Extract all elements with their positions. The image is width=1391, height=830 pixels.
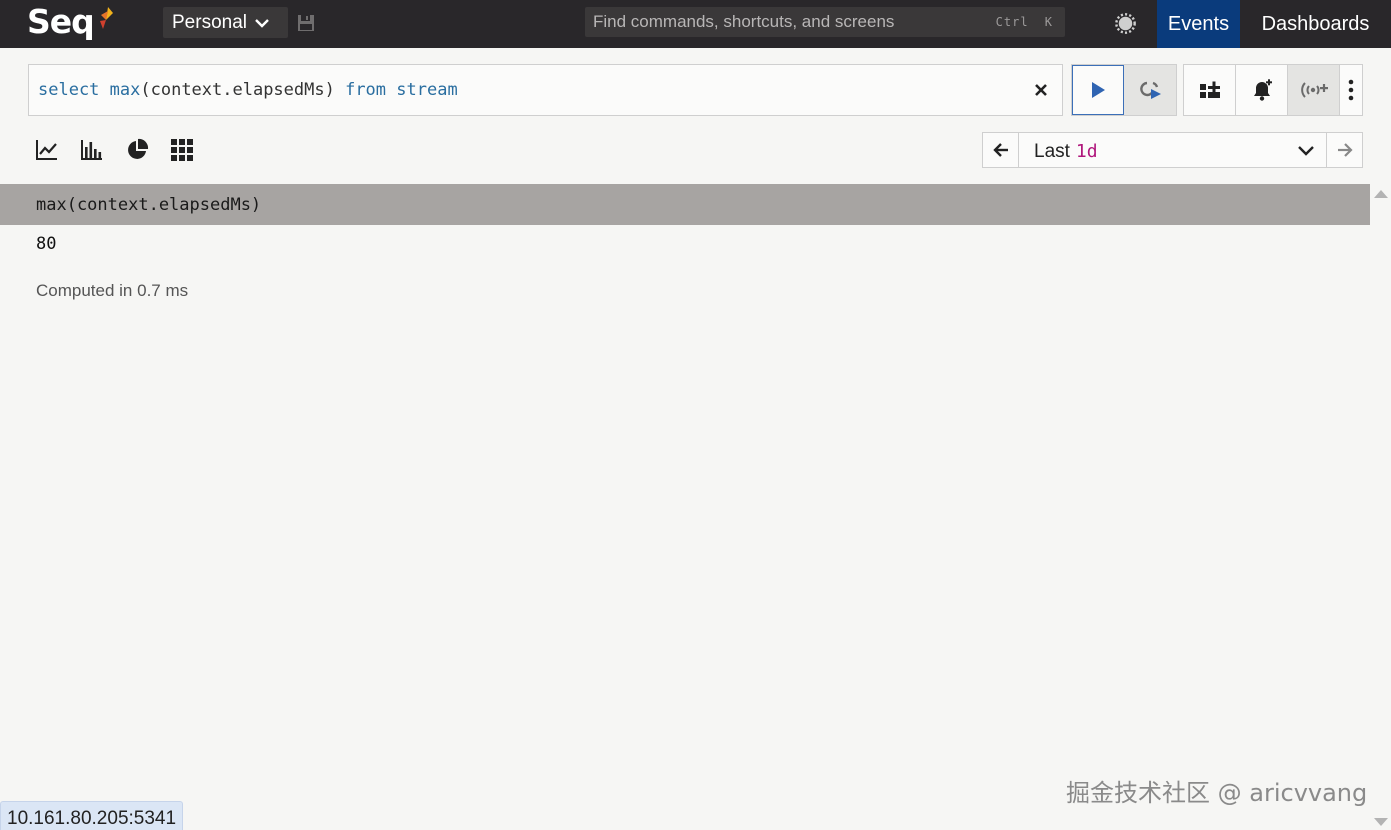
time-range-label: Last 1d: [1034, 141, 1098, 163]
result-cell: 80: [36, 234, 57, 254]
query-token-from: from: [345, 80, 397, 100]
time-forward-button[interactable]: [1326, 132, 1363, 168]
pie-chart-icon[interactable]: [125, 138, 149, 162]
run-controls: [1071, 64, 1177, 116]
computed-time: Computed in 0.7 ms: [36, 281, 189, 300]
bar-chart-icon[interactable]: [80, 138, 104, 162]
run-icon: [1092, 82, 1105, 98]
arrow-left-icon: [992, 143, 1008, 157]
add-alert-icon: [1253, 79, 1272, 101]
add-to-dashboard-icon: [1199, 81, 1220, 98]
command-shortcut: Ctrl K: [995, 15, 1053, 29]
scroll-up-arrow[interactable]: [1374, 190, 1388, 198]
nav-dashboards[interactable]: Dashboards: [1240, 0, 1391, 48]
workspace-label: Personal: [172, 11, 247, 33]
status-url: 10.161.80.205:5341: [0, 801, 183, 830]
line-chart-icon[interactable]: [35, 138, 59, 162]
result-table-header: max(context.elapsedMs): [0, 184, 1370, 225]
time-range-prefix: Last: [1034, 141, 1070, 162]
more-options-button[interactable]: [1340, 65, 1362, 115]
add-signal-button[interactable]: [1288, 65, 1340, 115]
query-editor[interactable]: select max(context.elapsedMs) from strea…: [28, 64, 1063, 116]
add-signal-icon: [1300, 82, 1328, 98]
arrow-right-icon: [1337, 143, 1353, 157]
query-token-select: select: [38, 80, 110, 100]
query-token-source: stream: [396, 80, 458, 100]
action-buttons: [1183, 64, 1363, 116]
add-alert-button[interactable]: [1236, 65, 1288, 115]
seq-logo[interactable]: Seq: [27, 2, 113, 42]
time-back-button[interactable]: [982, 132, 1019, 168]
time-range-value: 1d: [1075, 141, 1098, 162]
grid-icon[interactable]: [170, 138, 194, 162]
query-token-argument: (context.elapsedMs): [140, 80, 346, 100]
time-range-select[interactable]: Last 1d: [1018, 132, 1327, 168]
top-bar: Seq Personal Ctrl K Events Dashboards: [0, 0, 1391, 48]
seq-logo-icon: [99, 7, 113, 29]
add-to-dashboard-button[interactable]: [1184, 65, 1236, 115]
command-search-input[interactable]: [593, 7, 983, 37]
run-button[interactable]: [1072, 65, 1124, 115]
refresh-icon: [1140, 81, 1161, 99]
query-token-function: max: [109, 80, 141, 100]
save-icon[interactable]: [297, 14, 315, 32]
query-text[interactable]: select max(context.elapsedMs) from strea…: [38, 80, 458, 100]
logo-text: Seq: [27, 2, 95, 41]
nav-events[interactable]: Events: [1157, 0, 1240, 48]
workspace-selector[interactable]: Personal: [163, 7, 288, 38]
refresh-button[interactable]: [1124, 65, 1176, 115]
chevron-down-icon: [1298, 146, 1314, 156]
more-icon: [1348, 79, 1354, 101]
scroll-down-arrow[interactable]: [1374, 818, 1388, 826]
command-search[interactable]: Ctrl K: [585, 7, 1065, 37]
chevron-down-icon: [255, 18, 269, 28]
watermark: 掘金技术社区 @ aricvvang: [1066, 779, 1368, 807]
clear-query-button[interactable]: [1030, 79, 1052, 101]
column-header[interactable]: max(context.elapsedMs): [36, 195, 261, 215]
clear-icon: [1035, 84, 1047, 96]
theme-toggle-icon[interactable]: [1112, 10, 1139, 37]
